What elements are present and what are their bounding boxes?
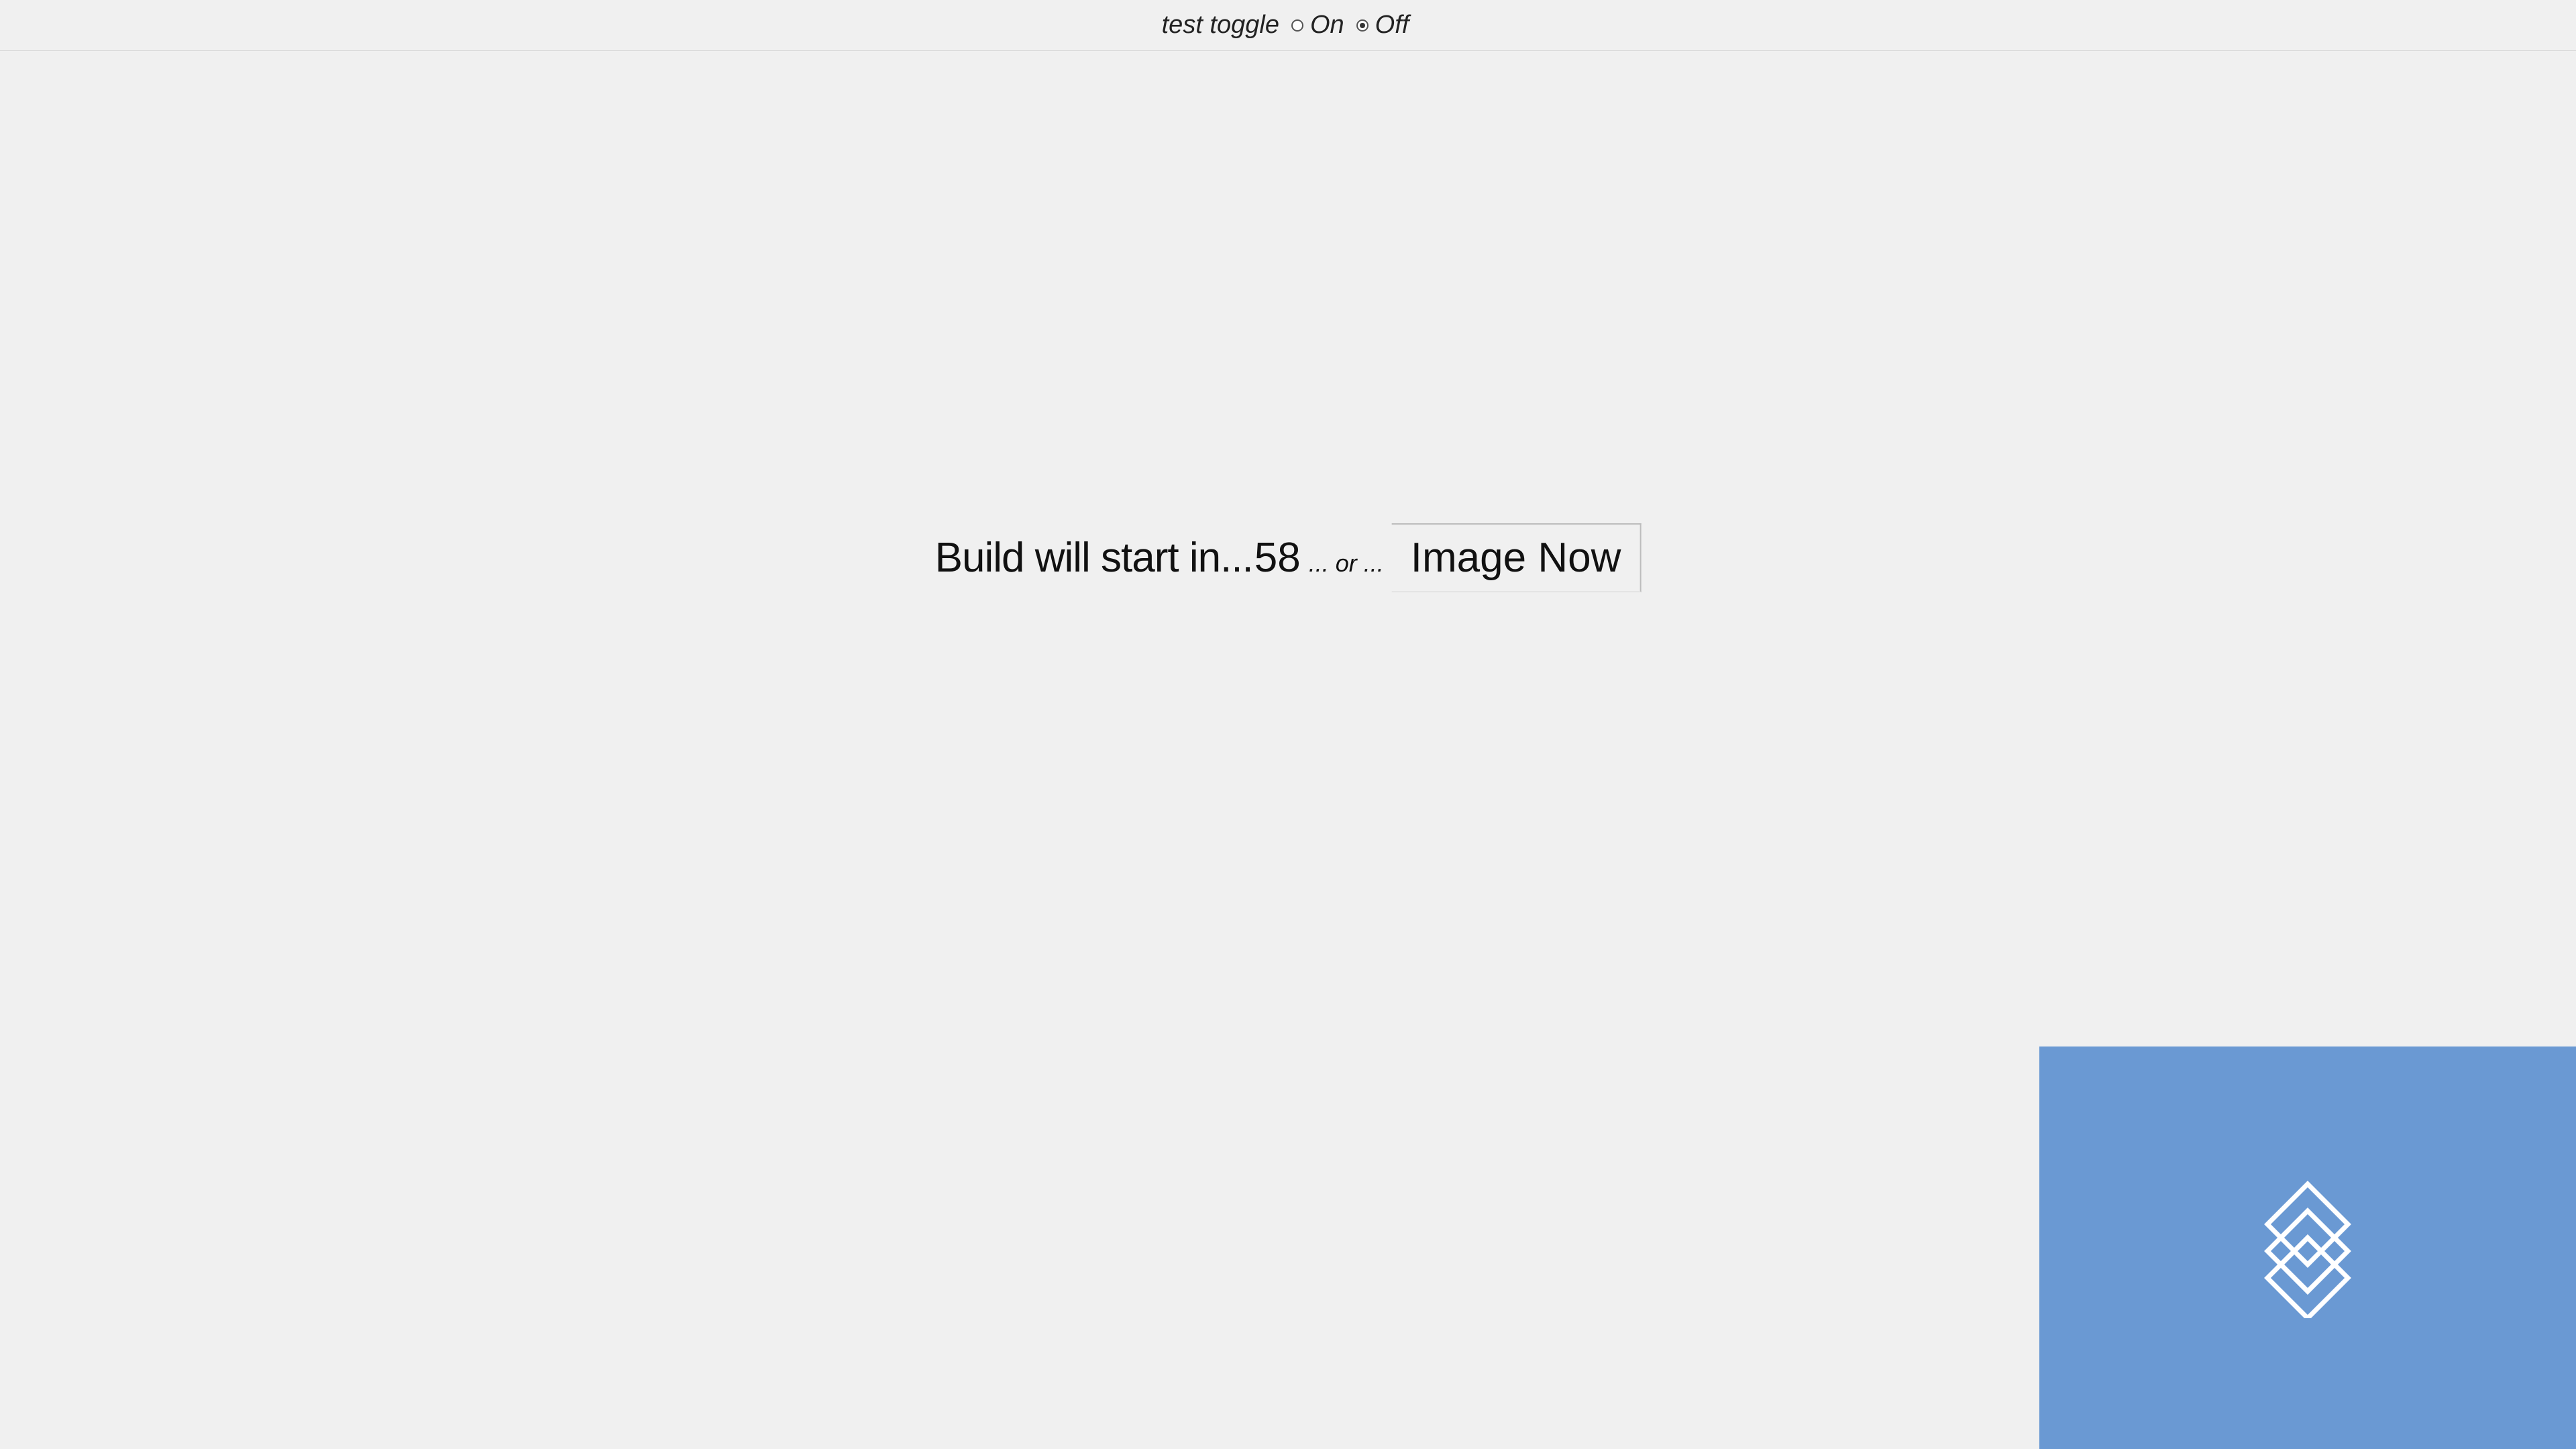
bottom-right-panel xyxy=(2039,1046,2576,1449)
topbar: test toggle On Off xyxy=(0,0,2576,51)
radio-on[interactable] xyxy=(1291,19,1303,32)
toggle-radio-group: On Off xyxy=(1291,11,1414,40)
stacked-diamonds-icon xyxy=(2257,1177,2358,1318)
countdown-row: Build will start in... 58 ... or ... Ima… xyxy=(935,523,1642,592)
radio-on-label: On xyxy=(1310,11,1344,40)
build-start-text: Build will start in... xyxy=(935,534,1253,582)
radio-off[interactable] xyxy=(1356,19,1368,32)
toggle-label: test toggle xyxy=(1162,11,1279,40)
radio-off-label: Off xyxy=(1375,11,1409,40)
image-now-button[interactable]: Image Now xyxy=(1392,523,1642,592)
countdown-value: 58 xyxy=(1254,534,1301,582)
or-text: ... or ... xyxy=(1305,549,1388,578)
